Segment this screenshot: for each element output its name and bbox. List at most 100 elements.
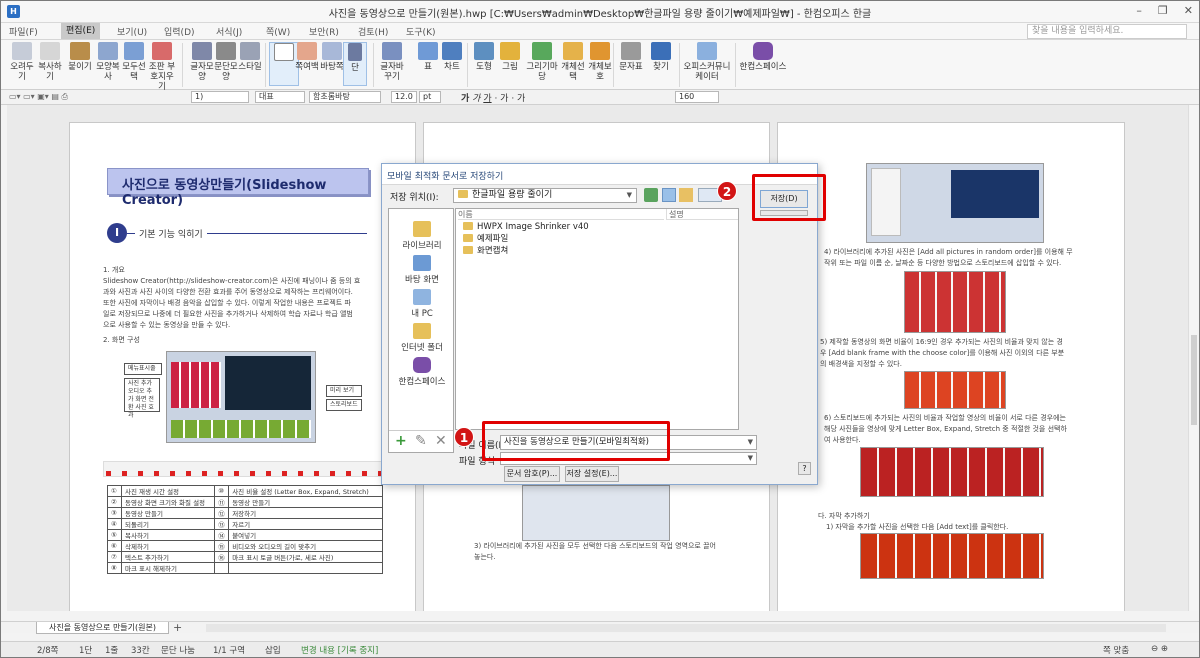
- style-icon: [240, 42, 260, 60]
- drawing-gallery-button[interactable]: 그리기마당: [523, 42, 561, 82]
- symbol-icon: [621, 42, 641, 60]
- picture-button[interactable]: 그림: [495, 42, 525, 72]
- clear-codes-button[interactable]: 조판 부호지우기: [147, 42, 177, 92]
- menu-view[interactable]: 보기(U): [117, 25, 147, 38]
- erase-icon: [152, 42, 172, 60]
- highlight-filename: [482, 421, 670, 461]
- folder-icon: [463, 222, 473, 230]
- document-password-button[interactable]: 문서 암호(P)...: [504, 466, 560, 482]
- size-unit-select[interactable]: pt: [419, 91, 441, 103]
- help-button[interactable]: ?: [798, 462, 811, 475]
- minimize-icon[interactable]: –: [1136, 4, 1142, 17]
- menu-tools[interactable]: 도구(K): [406, 25, 436, 38]
- column-description[interactable]: 설명: [666, 209, 738, 220]
- place-internet-folder[interactable]: 인터넷 폴더: [389, 323, 455, 353]
- close-icon[interactable]: ✕: [1184, 4, 1193, 17]
- horizontal-scrollbar[interactable]: [206, 624, 1166, 632]
- text-style-buttons[interactable]: 가 가 가 · 가 · 가: [461, 91, 525, 104]
- table-row: ① 사진 재생 시간 설정 ⑩ 사진 비율 설정 (Letter Box, Expan…: [107, 485, 383, 497]
- maximize-icon[interactable]: ❐: [1158, 4, 1168, 17]
- add-tab-button[interactable]: +: [173, 621, 182, 634]
- random-order-image: [866, 163, 1044, 243]
- menu-page[interactable]: 쪽(W): [266, 25, 290, 38]
- desktop-icon: [413, 255, 431, 271]
- context-menu: [871, 168, 901, 236]
- copy-icon: [40, 42, 60, 60]
- cut-button[interactable]: 오려두기: [7, 42, 37, 82]
- style-select[interactable]: 1): [191, 91, 249, 103]
- storyboard-image-1: [904, 271, 1006, 333]
- zoom-select[interactable]: 160: [675, 91, 719, 103]
- menu-format[interactable]: 서식(J): [216, 25, 242, 38]
- office-communicator-button[interactable]: 오피스커뮤니케이터: [681, 42, 733, 82]
- delete-place-icon[interactable]: ✕: [435, 433, 447, 449]
- file-item[interactable]: 화면캡쳐: [463, 245, 508, 257]
- callout-preview: 미리 보기: [326, 385, 362, 397]
- status-line: 1줄: [105, 646, 119, 656]
- font-size-input[interactable]: 12.0: [391, 91, 417, 103]
- find-button[interactable]: 찾기: [646, 42, 676, 72]
- status-track-changes[interactable]: 변경 내용 [기록 중지]: [301, 644, 378, 656]
- new-folder-icon[interactable]: [679, 188, 693, 202]
- cursor-icon: [124, 42, 144, 60]
- status-page[interactable]: 2/8쪽: [37, 644, 59, 656]
- place-library[interactable]: 라이브러리: [389, 221, 455, 251]
- edit-place-icon[interactable]: ✎: [415, 433, 427, 449]
- location-select[interactable]: 한글파일 용량 줄이기 ▼: [453, 188, 637, 203]
- quick-access-icons[interactable]: ▭▾ ▭▾ ▣▾ ▤ ⎙: [9, 92, 68, 102]
- doc-title-box: 사진으로 동영상만들기(Slideshow Creator): [107, 168, 369, 208]
- menu-insert[interactable]: 입력(D): [164, 25, 195, 38]
- select-all-button[interactable]: 모두선택: [119, 42, 149, 82]
- search-input[interactable]: 찾을 내용을 입력하세요.: [1027, 24, 1187, 39]
- format-toolbar: ▭▾ ▭▾ ▣▾ ▤ ⎙ 1) 대표 함초롬바탕 12.0 pt 가 가 가 ·…: [1, 90, 1199, 105]
- storyboard-image-2: [904, 371, 1006, 409]
- font-lang-select[interactable]: 대표: [255, 91, 305, 103]
- chart-button[interactable]: 차트: [437, 42, 467, 72]
- object-select-button[interactable]: 개체선택: [558, 42, 588, 82]
- library-thumbs: [171, 362, 221, 408]
- place-my-pc[interactable]: 내 PC: [389, 289, 455, 319]
- vertical-scrollbar[interactable]: [1188, 105, 1198, 611]
- chevron-down-icon: ▼: [626, 191, 632, 199]
- add-place-icon[interactable]: +: [395, 433, 407, 449]
- place-hancom-space[interactable]: 한컴스페이스: [389, 357, 455, 387]
- step6-line: 6) 스토리보드에 추가되는 사진의 비율과 작업할 영상의 비율이 서로 다른…: [824, 414, 1066, 422]
- save-settings-button[interactable]: 저장 설정(E)...: [565, 466, 619, 482]
- status-insert-mode[interactable]: 삽입: [265, 644, 281, 656]
- jellyfish-preview: [951, 170, 1039, 218]
- font-select[interactable]: 함초롬바탕: [309, 91, 381, 103]
- status-bar: 2/8쪽 1단 1줄 33칸 문단 나눔 1/1 구역 삽입 변경 내용 [기록…: [1, 641, 1199, 657]
- doc-title: 사진으로 동영상만들기(Slideshow Creator): [122, 178, 327, 208]
- column-name[interactable]: 이름: [458, 209, 664, 220]
- step4-line: 4) 라이브러리에 추가된 사진은 [Add all pictures in r…: [824, 248, 1073, 256]
- table-row: ④ 되돌리기 ⑬ 자르기: [107, 518, 383, 530]
- menu-security[interactable]: 보안(R): [309, 25, 339, 38]
- column-button[interactable]: 단: [343, 42, 367, 86]
- up-folder-icon[interactable]: [662, 188, 676, 202]
- paste-button[interactable]: 붙이기: [65, 42, 95, 72]
- replace-icon: [382, 42, 402, 60]
- zoom-controls[interactable]: ⊖ ⊕: [1151, 644, 1168, 654]
- section-number: I: [107, 223, 127, 243]
- hancom-space-icon: [753, 42, 773, 60]
- zoom-mode[interactable]: 쪽 맞춤: [1103, 644, 1129, 656]
- replace-button[interactable]: 글자바꾸기: [377, 42, 407, 82]
- hancom-space-button[interactable]: 한컴스페이스: [738, 42, 788, 72]
- file-item[interactable]: 예제파일: [463, 233, 508, 245]
- menu-review[interactable]: 검토(H): [358, 25, 388, 38]
- file-item[interactable]: HWPX Image Shrinker v40: [463, 221, 589, 233]
- folder-icon: [458, 190, 468, 198]
- place-desktop[interactable]: 바탕 화면: [389, 255, 455, 285]
- style-button[interactable]: 스타일: [235, 42, 265, 72]
- clipboard-icon: [70, 42, 90, 60]
- file-list[interactable]: 이름 설명 HWPX Image Shrinker v40 예제파일 화면캡쳐: [455, 208, 739, 430]
- menu-file[interactable]: 파일(F): [9, 25, 38, 38]
- back-icon[interactable]: [644, 188, 658, 202]
- scroll-thumb[interactable]: [1191, 335, 1197, 425]
- copy-button[interactable]: 복사하기: [35, 42, 65, 82]
- object-protect-button[interactable]: 개체보호: [585, 42, 615, 82]
- location-label: 저장 위치(I):: [390, 193, 439, 203]
- menu-edit[interactable]: 편집(E): [61, 23, 101, 39]
- document-tab[interactable]: 사진을 동영상으로 만들기(원본): [36, 622, 169, 634]
- symbols-button[interactable]: 문자표: [616, 42, 646, 72]
